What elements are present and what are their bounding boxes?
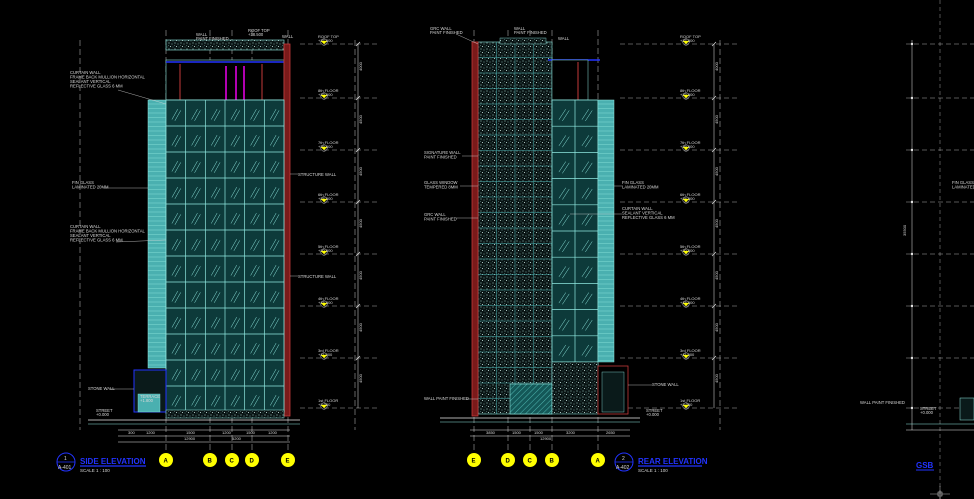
level-markers-left: ROOF TOP+37.5008th FLOOR+33.5007th FLOOR…: [318, 34, 339, 410]
svg-text:A: A: [596, 459, 601, 465]
top-note-left-3: WALL: [282, 34, 294, 39]
svg-text:1200: 1200: [222, 430, 232, 435]
note-wall-paint-right: WALL PAINT FINISHED: [860, 400, 905, 405]
svg-text:GLASS WINDOWTEMPERED 8MM: GLASS WINDOW TEMPERED 8MM: [424, 180, 458, 190]
level-dim-text: 4500: [714, 270, 719, 280]
elevation-right-partial: FIN GLASS LAMINATED WALL PAINT FINISHED S…: [860, 0, 974, 499]
note-street-right: STREET +0.000: [920, 406, 937, 415]
level-dim-text: 4500: [358, 114, 363, 124]
top-note-mid-1: GRC WALL PAINT FINISHED: [430, 26, 463, 35]
svg-text:STREET+0.000: STREET +0.000: [96, 408, 113, 417]
svg-text:1500: 1500: [246, 430, 256, 435]
svg-text:FIN GLASSLAMINATED 20MM: FIN GLASS LAMINATED 20MM: [622, 180, 659, 190]
level-dim-chain-left: 4000 4500 4500 4500 4500 4500 4500: [355, 41, 363, 408]
title-block-left: 1 A-401 SIDE ELEVATION SCALE 1 : 100: [56, 452, 146, 473]
elevation-title-left: SIDE ELEVATION: [80, 457, 146, 466]
svg-text:A-402: A-402: [616, 465, 630, 471]
title-block-middle: 2 A-402 REAR ELEVATION SCALE 1 : 100: [614, 452, 708, 473]
svg-text:1500: 1500: [534, 430, 544, 435]
svg-text:1500: 1500: [512, 430, 522, 435]
svg-text:CURTAIN WALLSEALANT VERTICALRE: CURTAIN WALL SEALANT VERTICAL REFLECTIVE G…: [622, 206, 675, 220]
level-markers-middle: ROOF TOP+37.5008th FLOOR+33.5007th FLOOR…: [680, 34, 701, 410]
level-dim-text: 4500: [714, 166, 719, 176]
svg-text:E: E: [472, 459, 476, 465]
svg-text:STREET+0.000: STREET +0.000: [646, 408, 663, 417]
top-note-left-1: WALL PAINT FINISHED: [196, 32, 229, 41]
fin-glass-middle: [597, 99, 615, 363]
svg-text:SIGNATURE WALLPAINT FINISHED: SIGNATURE WALL PAINT FINISHED: [424, 150, 461, 160]
notes-right-left-elevation: STRUCTURE WALL STRUCTURE WALL: [290, 172, 337, 279]
svg-text:CURTAIN WALLFRAME BACK MULLION: CURTAIN WALL FRAME BACK MULLION HORIZONTA…: [70, 70, 146, 89]
structure-wall-middle-left: [471, 41, 479, 417]
elevation-left: WALL PAINT FINISHED ROOF TOP +38.500 WALL …: [56, 28, 378, 473]
entrance-hatch-middle: [509, 383, 553, 415]
top-note-mid-2: WALL PAINT FINISHED: [514, 26, 547, 35]
svg-text:E: E: [286, 459, 290, 465]
svg-text:B: B: [208, 459, 213, 465]
note-fin-glass-right: FIN GLASS LAMINATED: [952, 180, 974, 190]
svg-text:C: C: [230, 459, 235, 465]
svg-text:SCALE 1 : 100: SCALE 1 : 100: [638, 468, 668, 473]
svg-text:3200: 3200: [566, 430, 576, 435]
level-dim-text: 4000: [714, 61, 719, 71]
svg-text:SCALE 1 : 100: SCALE 1 : 100: [80, 468, 110, 473]
level-dim-text: 4500: [358, 373, 363, 383]
level-dim-chain-middle: 4000 4500 4500 4500 4500 4500 4500: [711, 41, 719, 408]
svg-text:1500: 1500: [186, 430, 196, 435]
svg-text:FIN GLASSLAMINATED 20MM: FIN GLASS LAMINATED 20MM: [72, 180, 109, 190]
bottom-dims-middle: 3850 1500 1500 3200 2650 12900: [470, 429, 630, 441]
svg-text:D: D: [250, 459, 255, 465]
top-note-mid-3: WALL: [558, 36, 570, 41]
svg-text:C: C: [528, 459, 533, 465]
svg-text:2: 2: [622, 456, 625, 462]
elevation-title-right: GSB: [916, 461, 934, 470]
top-note-left-2: ROOF TOP +38.500: [248, 28, 270, 37]
grid-bubbles-left: A B C D E: [159, 453, 295, 467]
bottom-dims-left: 300 1200 1500 1200 1500 1200 12900 5200: [118, 429, 290, 443]
level-dim-text: 4500: [358, 322, 363, 332]
level-dim-text: 4500: [714, 373, 719, 383]
svg-text:A-401: A-401: [58, 465, 72, 471]
svg-text:CURTAIN WALLFRAME BACK MULLION: CURTAIN WALL FRAME BACK MULLION HORIZONTA…: [70, 224, 146, 243]
notes-left-middle-elevation: SIGNATURE WALL PAINT FINISHED GLASS WINDO…: [424, 150, 478, 401]
svg-text:STONE WALL: STONE WALL: [88, 386, 115, 391]
svg-text:12900: 12900: [184, 436, 196, 441]
svg-text:1200: 1200: [146, 430, 156, 435]
svg-text:STRUCTURE WALL: STRUCTURE WALL: [298, 274, 337, 279]
structure-wall-left: [283, 43, 291, 417]
grid-bubbles-middle: E D C B A: [467, 453, 605, 467]
svg-text:GRC WALLPAINT FINISHED: GRC WALL PAINT FINISHED: [424, 212, 457, 222]
svg-text:2650: 2650: [606, 430, 616, 435]
svg-text:A: A: [164, 459, 169, 465]
svg-text:B: B: [550, 459, 555, 465]
svg-text:STONE WALL: STONE WALL: [652, 382, 679, 387]
svg-text:1200: 1200: [268, 430, 278, 435]
svg-text:5200: 5200: [232, 436, 242, 441]
level-dim-text: 4500: [358, 166, 363, 176]
level-lines-left: [300, 43, 378, 409]
level-dim-text: 4500: [714, 218, 719, 228]
svg-text:12900: 12900: [540, 436, 552, 441]
level-dim-text: 4500: [358, 270, 363, 280]
elevation-middle: GRC WALL PAINT FINISHED WALL PAINT FINISHE…: [424, 26, 740, 473]
level-dim-text: 4500: [358, 218, 363, 228]
svg-text:STRUCTURE WALL: STRUCTURE WALL: [298, 172, 337, 177]
street-base-left: [165, 409, 285, 419]
svg-text:WALL PAINT FINISHED: WALL PAINT FINISHED: [424, 396, 469, 401]
roof-parapet-left: [165, 39, 285, 51]
roof-penthouse-left: [165, 59, 285, 101]
level-dim-text: 4500: [714, 322, 719, 332]
cad-drawing-canvas: WALL PAINT FINISHED ROOF TOP +38.500 WALL …: [56, 0, 974, 499]
elevation-title-middle: REAR ELEVATION: [638, 457, 708, 466]
level-dim-text: 4000: [358, 61, 363, 71]
svg-text:300: 300: [128, 430, 135, 435]
level-dim-text: 4500: [714, 114, 719, 124]
svg-text:1: 1: [64, 456, 67, 462]
svg-text:35500: 35500: [902, 224, 907, 236]
svg-text:3850: 3850: [486, 430, 496, 435]
svg-text:D: D: [506, 459, 511, 465]
